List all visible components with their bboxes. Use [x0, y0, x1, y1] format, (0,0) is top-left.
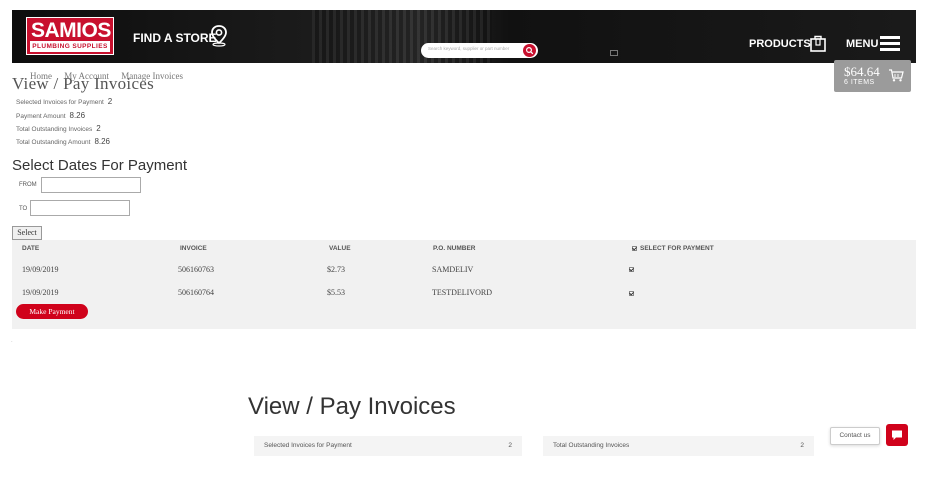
breadcrumb: Home My Account Manage Invoices: [30, 71, 193, 81]
summary-total-outstanding-amount: Total Outstanding Amount 8.26: [16, 137, 110, 146]
column-header-value: VALUE: [329, 245, 351, 252]
breadcrumb-home[interactable]: Home: [30, 71, 52, 81]
logo-sub-text: PLUMBING SUPPLIES: [30, 41, 110, 52]
select-button[interactable]: Select: [12, 226, 42, 240]
contact-us-button[interactable]: Contact us: [830, 427, 880, 445]
row-value: $5.53: [327, 288, 345, 297]
invoice-table: DATE INVOICE VALUE P.O. NUMBER SELECT FO…: [12, 240, 916, 329]
make-payment-button[interactable]: Make Payment: [16, 304, 88, 319]
summary-label: Selected Invoices for Payment: [16, 99, 104, 106]
box-label: Total Outstanding Invoices: [553, 442, 630, 449]
column-header-select-for-payment: SELECT FOR PAYMENT: [640, 245, 714, 252]
summary-value: 2: [107, 97, 113, 106]
row-date: 19/09/2019: [22, 288, 59, 297]
site-header: SAMIOS PLUMBING SUPPLIES FIND A STORE Se…: [12, 10, 916, 63]
search-button[interactable]: [523, 44, 536, 57]
lower-summary-total-outstanding: Total Outstanding Invoices 2: [543, 436, 814, 456]
find-store-link[interactable]: FIND A STORE: [133, 31, 217, 45]
row-po-number: TESTDELIVORD: [432, 288, 492, 297]
square-icon: [610, 50, 618, 56]
shopping-bag-icon[interactable]: [809, 34, 827, 52]
summary-total-outstanding-invoices: Total Outstanding Invoices 2: [16, 124, 101, 133]
map-pin-icon[interactable]: [210, 25, 228, 47]
row-select-checkbox[interactable]: [629, 291, 634, 296]
from-label: FROM: [19, 182, 37, 188]
row-invoice: 506160763: [178, 265, 214, 274]
search-input[interactable]: Search keyword, supplier or part number: [421, 43, 538, 58]
breadcrumb-my-account[interactable]: My Account: [64, 71, 109, 81]
cart-items-count: 6 ITEMS: [844, 79, 875, 86]
breadcrumb-manage-invoices[interactable]: Manage Invoices: [121, 71, 183, 81]
column-header-date: DATE: [22, 245, 40, 252]
search-placeholder: Search keyword, supplier or part number: [428, 46, 510, 51]
cart-amount: $64.64: [844, 64, 880, 79]
lower-summary-selected-invoices: Selected Invoices for Payment 2: [254, 436, 522, 456]
to-date-input[interactable]: [30, 200, 130, 216]
summary-payment-amount: Payment Amount 8.26: [16, 111, 85, 120]
column-header-po-number: P.O. NUMBER: [433, 245, 476, 252]
hamburger-menu-icon[interactable]: [880, 36, 900, 52]
cart-summary[interactable]: $64.64 6 ITEMS: [834, 60, 911, 92]
summary-value: 8.26: [69, 111, 86, 120]
column-header-invoice: INVOICE: [180, 245, 207, 252]
separator-dot: .: [11, 338, 13, 344]
menu-link[interactable]: MENU: [846, 38, 878, 50]
chat-button[interactable]: [886, 424, 908, 446]
summary-value: 8.26: [94, 137, 111, 146]
row-select-checkbox[interactable]: [629, 267, 634, 272]
select-all-checkbox[interactable]: [632, 246, 637, 251]
box-label: Selected Invoices for Payment: [264, 442, 352, 449]
summary-label: Payment Amount: [16, 113, 66, 120]
shopping-cart-icon: [889, 69, 904, 82]
row-po-number: SAMDELIV: [432, 265, 474, 274]
from-date-input[interactable]: [41, 177, 141, 193]
to-label: TO: [19, 206, 28, 212]
search-icon: [525, 46, 534, 55]
summary-value: 2: [96, 124, 101, 133]
summary-selected-invoices: Selected Invoices for Payment 2: [16, 97, 112, 106]
box-value: 2: [800, 442, 804, 449]
select-dates-heading: Select Dates For Payment: [12, 157, 188, 174]
row-value: $2.73: [327, 265, 345, 274]
summary-label: Total Outstanding Invoices: [16, 126, 93, 133]
row-date: 19/09/2019: [22, 265, 59, 274]
logo-main-text: SAMIOS: [31, 19, 111, 42]
summary-label: Total Outstanding Amount: [16, 139, 91, 146]
lower-page-title: View / Pay Invoices: [248, 393, 456, 420]
chat-bubble-icon: [892, 430, 902, 440]
box-value: 2: [508, 442, 512, 449]
samios-logo[interactable]: SAMIOS PLUMBING SUPPLIES: [26, 17, 114, 55]
row-invoice: 506160764: [178, 288, 214, 297]
products-link[interactable]: PRODUCTS: [749, 38, 811, 50]
